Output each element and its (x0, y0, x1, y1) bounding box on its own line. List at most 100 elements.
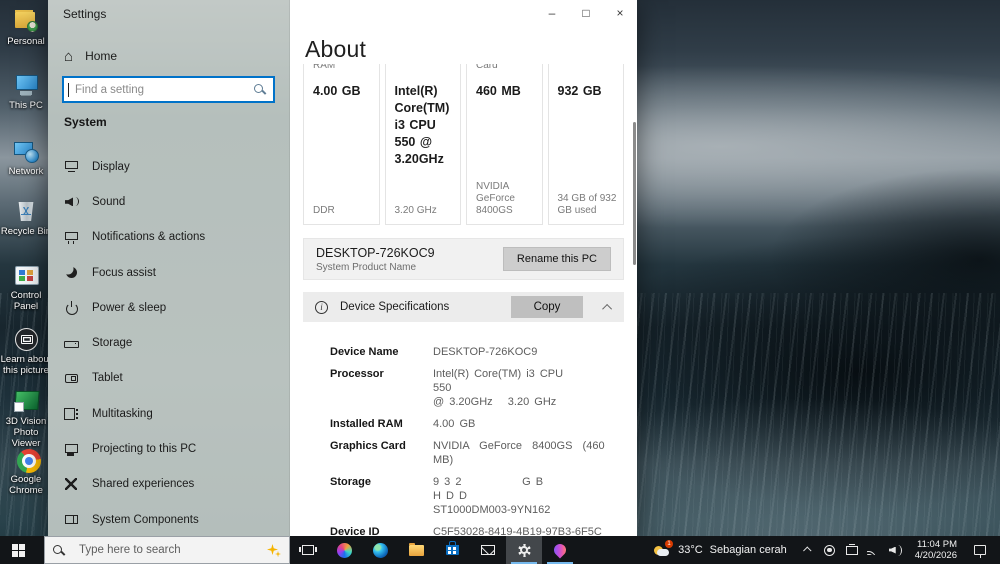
spec-card-label: Card (476, 64, 498, 71)
spec-row-value: 4.00 GB (433, 418, 476, 430)
desktop-icon[interactable]: Network (0, 138, 52, 177)
desktop-icon-image (11, 198, 41, 224)
desktop-icon-image (11, 138, 41, 164)
weather-temp: 33°C (678, 544, 703, 556)
weather-widget[interactable]: 1 33°C Sebagian cerah (643, 536, 797, 564)
store-button[interactable] (434, 536, 470, 564)
settings-content: – □ × About RAM 4.00 GB DDR Intel(R) Cor… (290, 0, 637, 536)
sidebar-item-label: System Components (92, 513, 199, 526)
spec-row-label: Device ID (330, 526, 380, 536)
pinned-app-button[interactable] (542, 536, 578, 564)
mail-icon (481, 545, 495, 555)
sidebar-item[interactable]: Power & sleep (48, 290, 289, 325)
sidebar-item-label: Shared experiences (92, 478, 195, 491)
close-button[interactable]: × (603, 0, 637, 26)
mail-button[interactable] (470, 536, 506, 564)
sidebar-item-label: Projecting to this PC (92, 443, 197, 456)
settings-taskbar-button[interactable] (506, 536, 542, 564)
clock-time: 11:04 PM (917, 539, 957, 550)
sidebar-item[interactable]: Display (48, 149, 289, 184)
sidebar-item-label: Sound (92, 195, 126, 208)
weather-icon: 1 (653, 540, 674, 558)
spec-card-label (558, 64, 615, 72)
spec-card-footer: DDR (313, 205, 335, 216)
display-tray-button[interactable] (841, 536, 863, 564)
rename-pc-button[interactable]: Rename this PC (502, 247, 611, 271)
spec-card: 932 GB 34 GB of 932 GB used (547, 64, 624, 225)
settings-search-box[interactable] (62, 76, 275, 103)
sidebar-item[interactable]: Shared experiences (48, 467, 289, 502)
taskbar-search-box[interactable] (44, 536, 290, 564)
sidebar-item-home[interactable]: ⌂ Home (48, 44, 289, 68)
edge-icon (372, 542, 388, 558)
desktop-icon[interactable]: Google Chrome (0, 448, 52, 496)
meet-now-button[interactable] (819, 536, 841, 564)
sidebar-item-label: Multitasking (92, 407, 153, 420)
system-tray: 1 33°C Sebagian cerah 11:04 PM 4/20/2026 (643, 536, 1000, 564)
taskbar-search-input[interactable] (72, 544, 265, 556)
desktop-icon[interactable]: Recycle Bin (0, 198, 52, 237)
sidebar-item[interactable]: Multitasking (48, 396, 289, 431)
file-explorer-button[interactable] (398, 536, 434, 564)
sidebar-item[interactable]: System Components (48, 502, 289, 537)
spec-row-label: Processor (330, 368, 384, 380)
network-tray-button[interactable] (863, 536, 885, 564)
desktop-icon[interactable]: Learn about this picture (0, 326, 52, 376)
sidebar-item-icon (64, 265, 79, 280)
content-scrollbar[interactable] (633, 122, 636, 265)
desktop-icon-image (11, 8, 41, 34)
desktop-icon[interactable]: 3D Vision Photo Viewer (0, 388, 52, 449)
gear-icon (517, 543, 532, 558)
desktop-icon[interactable]: Control Panel (0, 262, 52, 312)
desktop-icon-label: Learn about this picture (0, 354, 52, 376)
copilot-button[interactable] (326, 536, 362, 564)
start-button[interactable] (0, 536, 44, 564)
action-center-button[interactable] (965, 536, 995, 564)
spec-row-value: NVIDIA GeForce 8400GS (460 MB) (433, 440, 605, 466)
maximize-button[interactable]: □ (569, 0, 603, 26)
desktop-icon[interactable]: This PC (0, 72, 52, 111)
settings-window: Settings ⌂ Home System Display Sound (48, 0, 637, 536)
device-spec-rows: Device Name DESKTOP-726KOC9 Processor In… (330, 345, 621, 536)
sidebar-item[interactable]: Focus assist (48, 255, 289, 290)
spec-card-value: 4.00 GB (313, 84, 361, 98)
sidebar-item[interactable]: Storage (48, 325, 289, 360)
display-icon (845, 543, 858, 555)
settings-sidebar: Settings ⌂ Home System Display Sound (48, 0, 290, 536)
sidebar-item-icon (64, 230, 79, 245)
clock[interactable]: 11:04 PM 4/20/2026 (907, 536, 965, 564)
device-specifications-title: Device Specifications (340, 301, 450, 313)
spec-card: Card 460 MB NVIDIA GeForce 8400GS (466, 64, 543, 225)
desktop-icon[interactable]: Personal (0, 8, 52, 47)
sidebar-item-icon (64, 159, 79, 174)
home-label: Home (85, 49, 118, 63)
sidebar-item-icon (64, 477, 79, 492)
sidebar-item[interactable]: Notifications & actions (48, 220, 289, 255)
edge-button[interactable] (362, 536, 398, 564)
sidebar-items: Display Sound Notifications & actions Fo… (48, 149, 289, 537)
sidebar-section-header: System (64, 115, 107, 129)
sidebar-item-icon (64, 512, 79, 527)
volume-tray-button[interactable] (885, 536, 907, 564)
settings-search-input[interactable] (69, 83, 254, 96)
chevron-up-icon[interactable] (602, 303, 613, 314)
sidebar-item[interactable]: Tablet (48, 361, 289, 396)
weather-condition: Sebagian cerah (709, 544, 787, 556)
window-title: Settings (63, 7, 107, 21)
sidebar-item[interactable]: Sound (48, 184, 289, 219)
copy-button[interactable]: Copy (511, 296, 583, 318)
device-specifications-header[interactable]: i Device Specifications Copy (303, 292, 624, 322)
spec-card-label (395, 64, 452, 72)
spec-card-footer: 3.20 GHz (394, 205, 437, 216)
task-view-button[interactable] (290, 536, 326, 564)
sidebar-item[interactable]: Projecting to this PC (48, 431, 289, 466)
minimize-button[interactable]: – (535, 0, 569, 26)
sidebar-item-icon (64, 371, 79, 386)
search-icon (53, 544, 64, 556)
search-highlights-icon[interactable] (265, 542, 281, 558)
spec-card: RAM 4.00 GB DDR (303, 64, 380, 225)
hidden-icons-button[interactable] (797, 536, 819, 564)
windows-logo-icon (12, 543, 18, 550)
spec-cards-clip: RAM 4.00 GB DDR Intel(R) Core(TM) i3 CPU… (303, 64, 624, 225)
search-icon (254, 84, 265, 95)
